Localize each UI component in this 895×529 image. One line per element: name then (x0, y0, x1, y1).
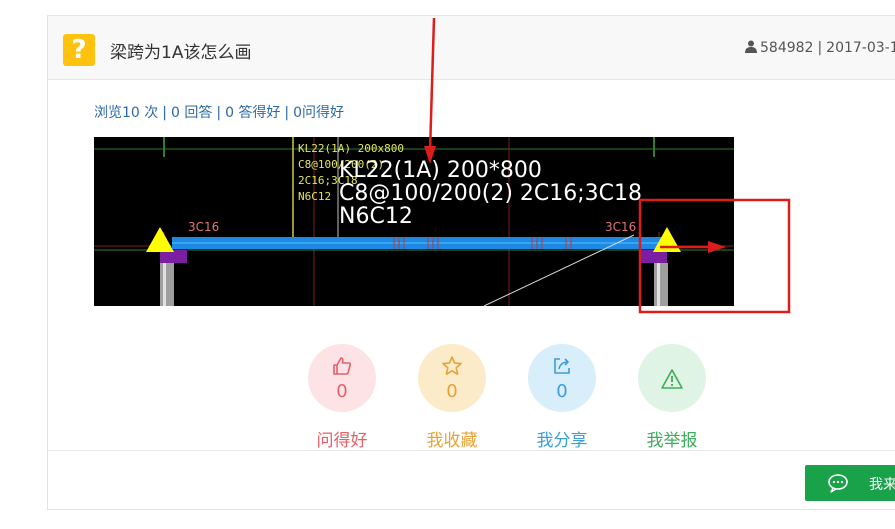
report-action[interactable]: 我举报 (638, 344, 706, 451)
good-answer-count: 0 答得好 (225, 105, 281, 121)
good-question-action[interactable]: 0 问得好 (308, 344, 376, 451)
chat-bubble-icon (828, 474, 848, 493)
question-card: ? 梁跨为1A该怎么画 584982|2017-03-17 浏览10 次|0 回… (47, 15, 895, 510)
cad-large-label: KL22(1A) 200*800 C8@100/200(2) 2C16;3C18… (339, 158, 643, 229)
good-question-count-value: 0 (336, 381, 348, 402)
share-label[interactable]: 我分享 (512, 426, 612, 451)
question-stats: 浏览10 次 | 0 回答 | 0 答得好 | 0问得好 (94, 105, 345, 121)
favorite-count-value: 0 (446, 381, 458, 402)
star-icon (442, 356, 462, 376)
question-header: ? 梁跨为1A该怎么画 584982|2017-03-17 (48, 16, 895, 80)
question-title[interactable]: 梁跨为1A该怎么画 (110, 38, 251, 63)
report-circle[interactable] (638, 344, 706, 412)
answer-button[interactable]: 我来 (805, 465, 895, 501)
good-question-count: 0问得好 (293, 105, 345, 121)
good-question-circle[interactable]: 0 (308, 344, 376, 412)
cad-right-rebar-label: 3C16 (605, 220, 637, 234)
share-count-value: 0 (556, 381, 568, 402)
user-icon (745, 40, 757, 53)
share-action[interactable]: 0 我分享 (528, 344, 596, 451)
share-circle[interactable]: 0 (528, 344, 596, 412)
answer-button-label: 我来 (869, 477, 895, 493)
cad-screenshot[interactable]: KL22(1A) 200x800 C8@100/200(2) 2C16;3C18… (94, 137, 734, 306)
author-name[interactable]: 584982 (760, 40, 813, 56)
report-label[interactable]: 我举报 (622, 426, 722, 451)
view-count: 浏览10 次 (94, 105, 159, 121)
post-date: 2017-03-17 (826, 40, 895, 56)
card-divider (48, 450, 895, 451)
share-icon (554, 358, 570, 374)
question-mark-icon: ? (63, 34, 95, 66)
favorite-circle[interactable]: 0 (418, 344, 486, 412)
good-question-label[interactable]: 问得好 (292, 426, 392, 451)
cad-left-rebar-label: 3C16 (188, 220, 220, 234)
answer-count: 0 回答 (170, 105, 213, 121)
favorite-action[interactable]: 0 我收藏 (418, 344, 486, 451)
thumbs-up-icon (333, 357, 352, 375)
warning-icon (661, 369, 683, 389)
question-meta: 584982|2017-03-17 (745, 40, 895, 56)
favorite-label[interactable]: 我收藏 (402, 426, 502, 451)
